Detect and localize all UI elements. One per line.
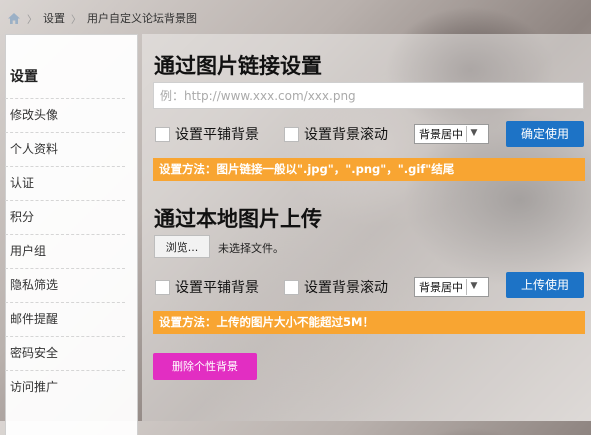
upload-tip-bar: 设置方法：上传的图片大小不能超过5M！	[153, 311, 585, 334]
confirm-use-button[interactable]: 确定使用	[506, 121, 584, 147]
breadcrumb: 〉 设置 〉 用户自定义论坛背景图	[7, 10, 197, 26]
link-section-title: 通过图片链接设置	[154, 54, 322, 78]
sidebar-item-privacy[interactable]: 隐私筛选	[5, 268, 125, 302]
sidebar-menu: 修改头像 个人资料 认证 积分 用户组 隐私筛选 邮件提醒 密码安全 访问推广	[5, 98, 125, 404]
delete-background-button[interactable]: 删除个性背景	[153, 353, 257, 380]
breadcrumb-separator: 〉	[71, 14, 81, 26]
link-tile-option[interactable]: 设置平铺背景	[155, 124, 259, 144]
upload-use-button[interactable]: 上传使用	[506, 272, 584, 298]
link-scroll-checkbox[interactable]	[284, 126, 299, 142]
local-scroll-checkbox[interactable]	[284, 279, 299, 295]
sidebar-item-profile[interactable]: 个人资料	[5, 132, 125, 166]
chevron-down-icon[interactable]: ▼	[466, 279, 481, 295]
link-tip-bar: 设置方法：图片链接一般以".jpg"，".png"，".gif"结尾	[153, 158, 585, 181]
link-tile-label: 设置平铺背景	[175, 127, 259, 143]
file-status: 未选择文件。	[218, 242, 284, 255]
local-section-title: 通过本地图片上传	[154, 207, 322, 231]
local-tile-checkbox[interactable]	[155, 279, 170, 295]
local-tile-label: 设置平铺背景	[175, 280, 259, 296]
link-scroll-label: 设置背景滚动	[304, 127, 388, 143]
link-position-value: 背景居中	[419, 128, 463, 141]
local-tile-option[interactable]: 设置平铺背景	[155, 277, 259, 297]
link-position-select[interactable]: 背景居中 ▼	[414, 124, 489, 144]
local-position-value: 背景居中	[419, 281, 463, 294]
breadcrumb-separator: 〉	[27, 14, 37, 26]
sidebar-item-password[interactable]: 密码安全	[5, 336, 125, 370]
breadcrumb-item-settings[interactable]: 设置	[43, 10, 65, 26]
link-tile-checkbox[interactable]	[155, 126, 170, 142]
sidebar-item-verification[interactable]: 认证	[5, 166, 125, 200]
local-scroll-label: 设置背景滚动	[304, 280, 388, 296]
sidebar-item-usergroup[interactable]: 用户组	[5, 234, 125, 268]
browse-button[interactable]: 浏览...	[154, 235, 210, 258]
sidebar-item-email[interactable]: 邮件提醒	[5, 302, 125, 336]
image-url-input[interactable]	[153, 82, 584, 109]
local-position-select[interactable]: 背景居中 ▼	[414, 277, 489, 297]
link-scroll-option[interactable]: 设置背景滚动	[284, 124, 388, 144]
sidebar-title: 设置	[10, 69, 38, 85]
home-icon[interactable]	[7, 12, 21, 25]
sidebar-item-points[interactable]: 积分	[5, 200, 125, 234]
sidebar-item-promotion[interactable]: 访问推广	[5, 370, 125, 404]
chevron-down-icon[interactable]: ▼	[466, 126, 481, 142]
breadcrumb-item-custom-background: 用户自定义论坛背景图	[87, 12, 197, 25]
sidebar-item-avatar[interactable]: 修改头像	[5, 98, 125, 132]
local-scroll-option[interactable]: 设置背景滚动	[284, 277, 388, 297]
